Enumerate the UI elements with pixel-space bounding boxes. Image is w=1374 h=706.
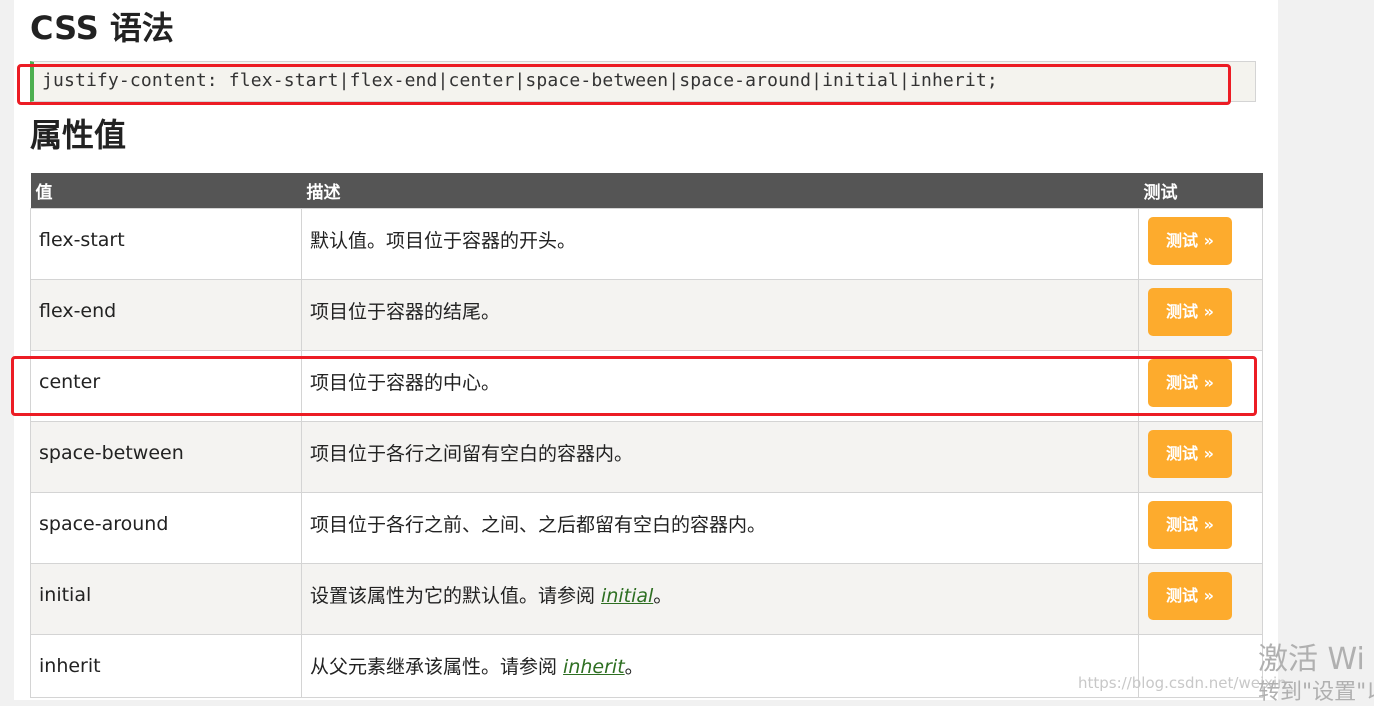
description-text: 设置该属性为它的默认值。请参阅: [310, 585, 602, 607]
description-cell: 项目位于容器的中心。: [301, 349, 1139, 422]
table-header-row: 值 描述 测试: [30, 173, 1263, 208]
property-values-table: 值 描述 测试 flex-start 默认值。项目位于容器的开头。 测试 » f…: [30, 173, 1263, 698]
value-cell: center: [30, 349, 302, 422]
inherit-reference-link[interactable]: inherit: [563, 656, 625, 678]
column-header-test: 测试: [1138, 173, 1263, 208]
table-row: space-around 项目位于各行之前、之间、之后都留有空白的容器内。 测试…: [30, 491, 1263, 564]
test-button[interactable]: 测试 »: [1148, 287, 1232, 336]
column-header-value: 值: [30, 173, 302, 208]
test-cell: 测试 »: [1138, 562, 1263, 635]
description-cell: 项目位于各行之间留有空白的容器内。: [301, 420, 1139, 493]
column-header-description: 描述: [301, 173, 1139, 208]
table-row: flex-start 默认值。项目位于容器的开头。 测试 »: [30, 207, 1263, 280]
main-content: CSS 语法 justify-content: flex-start|flex-…: [11, 0, 1278, 700]
description-cell: 项目位于各行之前、之间、之后都留有空白的容器内。: [301, 491, 1139, 564]
test-button[interactable]: 测试 »: [1148, 216, 1232, 265]
description-cell: 设置该属性为它的默认值。请参阅 initial。: [301, 562, 1139, 635]
table-row: space-between 项目位于各行之间留有空白的容器内。 测试 »: [30, 420, 1263, 493]
initial-reference-link[interactable]: initial: [601, 585, 653, 607]
description-suffix: 。: [653, 585, 673, 607]
test-button[interactable]: 测试 »: [1148, 358, 1232, 407]
test-cell: 测试 »: [1138, 349, 1263, 422]
value-cell: inherit: [30, 633, 302, 698]
description-suffix: 。: [624, 656, 644, 678]
settings-watermark: 转到"设置"以: [1258, 680, 1374, 705]
test-button[interactable]: 测试 »: [1148, 429, 1232, 478]
table-row: initial 设置该属性为它的默认值。请参阅 initial。 测试 »: [30, 562, 1263, 635]
test-cell: 测试 »: [1138, 491, 1263, 564]
test-button[interactable]: 测试 »: [1148, 571, 1232, 620]
table-row: center 项目位于容器的中心。 测试 »: [30, 349, 1263, 422]
value-cell: initial: [30, 562, 302, 635]
value-cell: space-around: [30, 491, 302, 564]
description-text: 从父元素继承该属性。请参阅: [310, 656, 564, 678]
syntax-heading: CSS 语法: [30, 9, 174, 47]
description-cell: 从父元素继承该属性。请参阅 inherit。: [301, 633, 1139, 698]
value-cell: flex-end: [30, 278, 302, 351]
test-cell: 测试 »: [1138, 420, 1263, 493]
property-values-heading: 属性值: [30, 116, 127, 154]
test-cell: 测试 »: [1138, 278, 1263, 351]
syntax-code-block: justify-content: flex-start|flex-end|cen…: [30, 61, 1256, 102]
value-cell: flex-start: [30, 207, 302, 280]
test-cell: 测试 »: [1138, 207, 1263, 280]
test-button[interactable]: 测试 »: [1148, 500, 1232, 549]
description-cell: 默认值。项目位于容器的开头。: [301, 207, 1139, 280]
value-cell: space-between: [30, 420, 302, 493]
activate-windows-watermark: 激活 Wi: [1258, 642, 1365, 677]
description-cell: 项目位于容器的结尾。: [301, 278, 1139, 351]
table-row: flex-end 项目位于容器的结尾。 测试 »: [30, 278, 1263, 351]
